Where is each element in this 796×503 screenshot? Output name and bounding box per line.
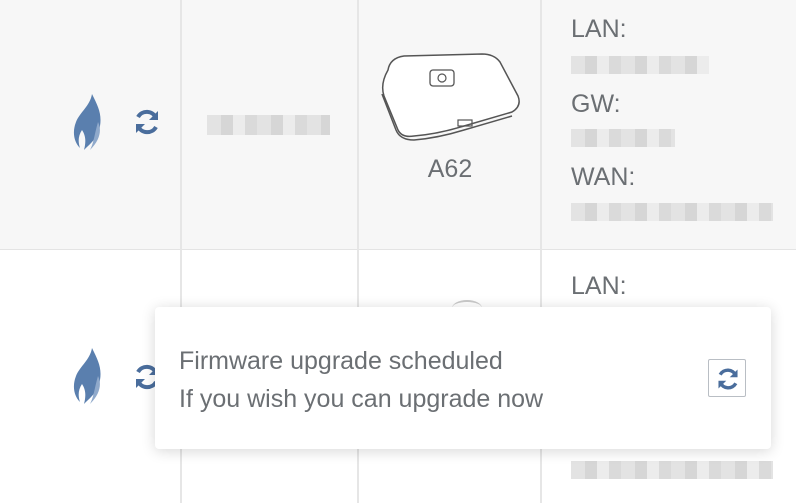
gw-ip-blurred xyxy=(571,129,675,147)
wan-ip-blurred xyxy=(571,461,773,479)
wan-ip-blurred xyxy=(571,203,773,221)
router-device-icon xyxy=(381,53,520,141)
lan-ip-blurred xyxy=(571,56,709,74)
upgrade-now-button[interactable] xyxy=(708,359,746,397)
lan-label: LAN: xyxy=(571,272,627,300)
firmware-upgrade-toast: Firmware upgrade scheduled If you wish y… xyxy=(155,307,771,449)
refresh-icon xyxy=(718,368,738,390)
refresh-icon[interactable] xyxy=(132,107,162,137)
lan-label: LAN: xyxy=(571,15,627,43)
device-model-label: A62 xyxy=(427,155,473,183)
gw-label: GW: xyxy=(571,90,621,118)
toast-title: Firmware upgrade scheduled xyxy=(179,347,503,375)
flame-icon xyxy=(73,348,101,404)
toast-message: If you wish you can upgrade now xyxy=(179,385,544,413)
row-divider xyxy=(0,249,796,250)
wan-label: WAN: xyxy=(571,163,636,191)
flame-icon xyxy=(73,94,101,150)
device-name-blurred xyxy=(207,115,330,135)
